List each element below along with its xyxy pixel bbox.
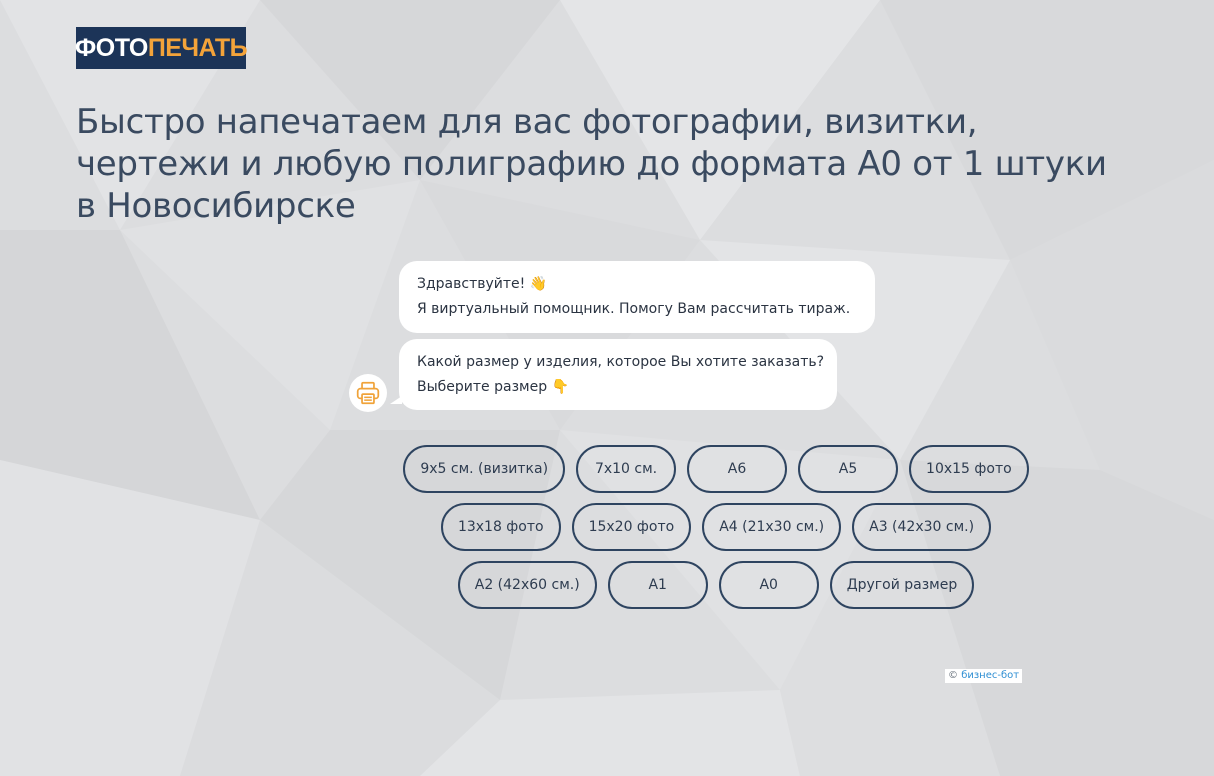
options-row-2: 13x18 фото 15x20 фото А4 (21x30 см.) А3 … bbox=[396, 503, 1036, 551]
logo[interactable]: ФОТО ПЕЧАТЬ bbox=[74, 27, 248, 69]
option-9x5-business-card[interactable]: 9x5 см. (визитка) bbox=[403, 445, 566, 493]
question-line-2: Выберите размер 👇 bbox=[417, 379, 569, 395]
copyright-symbol: © bbox=[948, 670, 958, 681]
option-10x15-photo[interactable]: 10x15 фото bbox=[909, 445, 1029, 493]
greeting-line-2: Я виртуальный помощник. Помогу Вам рассч… bbox=[417, 301, 851, 317]
options-row-1: 9x5 см. (визитка) 7x10 см. А6 А5 10x15 ф… bbox=[396, 445, 1036, 493]
credit-badge: © бизнес-бот bbox=[945, 669, 1023, 683]
option-a2[interactable]: А2 (42x60 см.) bbox=[457, 561, 597, 609]
business-bot-link[interactable]: бизнес-бот bbox=[961, 670, 1019, 681]
printer-icon bbox=[356, 381, 380, 405]
option-7x10[interactable]: 7x10 см. bbox=[576, 445, 677, 493]
headline-line-1: Быстро напечатаем для вас фотографии, ви… bbox=[76, 102, 978, 142]
size-options: 9x5 см. (визитка) 7x10 см. А6 А5 10x15 ф… bbox=[396, 445, 1036, 619]
option-a3[interactable]: А3 (42x30 см.) bbox=[852, 503, 992, 551]
option-15x20-photo[interactable]: 15x20 фото bbox=[571, 503, 692, 551]
question-line-1: Какой размер у изделия, которое Вы хотит… bbox=[417, 354, 825, 370]
bot-avatar bbox=[349, 374, 387, 412]
option-13x18-photo[interactable]: 13x18 фото bbox=[440, 503, 561, 551]
options-row-3: А2 (42x60 см.) А1 А0 Другой размер bbox=[396, 561, 1036, 609]
headline-line-3: в Новосибирске bbox=[76, 186, 356, 226]
option-other-size[interactable]: Другой размер bbox=[829, 561, 975, 609]
logo-part-pechat: ПЕЧАТЬ bbox=[147, 33, 248, 62]
chat-bubble-greeting: Здравствуйте! 👋 Я виртуальный помощник. … bbox=[399, 261, 875, 333]
greeting-line-1: Здравствуйте! 👋 bbox=[417, 276, 548, 292]
option-a5[interactable]: А5 bbox=[798, 445, 899, 493]
headline-line-2: чертежи и любую полиграфию до формата А0… bbox=[76, 144, 1107, 184]
option-a0[interactable]: А0 bbox=[718, 561, 819, 609]
chat-bubble-question: Какой размер у изделия, которое Вы хотит… bbox=[390, 339, 837, 410]
option-a4[interactable]: А4 (21x30 см.) bbox=[702, 503, 842, 551]
logo-part-foto: ФОТО bbox=[74, 33, 148, 62]
option-a1[interactable]: А1 bbox=[607, 561, 708, 609]
option-a6[interactable]: А6 bbox=[687, 445, 788, 493]
page-headline: Быстро напечатаем для вас фотографии, ви… bbox=[76, 101, 1156, 227]
